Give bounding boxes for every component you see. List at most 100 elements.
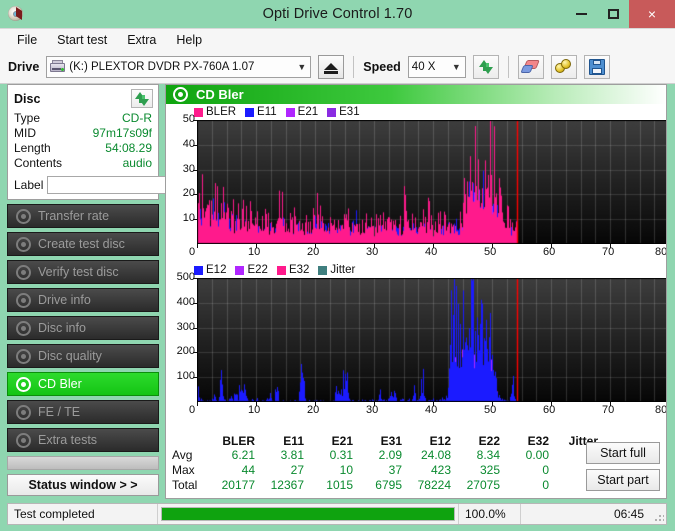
menu-item-extra[interactable]: Extra [118, 31, 165, 49]
eject-button[interactable] [318, 54, 345, 79]
sidebar-item-transfer-rate[interactable]: Transfer rate [7, 204, 159, 228]
y-axis-tick-label: 40 [182, 137, 195, 150]
disc-icon [173, 87, 188, 102]
stats-cell: 6795 [375, 478, 402, 492]
y-axis-tick [193, 327, 197, 329]
save-icon [588, 58, 605, 75]
disc-row-value: 54:08.29 [105, 141, 152, 155]
sidebar-item-label: CD Bler [38, 377, 82, 391]
stats-cell: 44 [241, 463, 255, 477]
elapsed-time: 06:45 [520, 504, 650, 524]
left-panel: Disc Type CD-R MID 97m17s09f Length 54:0… [7, 84, 252, 499]
disc-refresh-button[interactable] [131, 89, 153, 108]
y-axis-tick-label: 100 [176, 370, 195, 383]
sidebar-item-create-test-disc[interactable]: Create test disc [7, 232, 159, 256]
disc-row-type: Type CD-R [14, 111, 152, 126]
stats-corner [166, 434, 210, 448]
cd-bler-e12-chart[interactable] [197, 278, 666, 402]
resize-grip[interactable] [650, 504, 666, 524]
menu-item-start-test[interactable]: Start test [48, 31, 116, 49]
legend-item: Jitter [318, 264, 355, 276]
legend-swatch-icon [285, 107, 295, 117]
sidebar-spacer [7, 456, 159, 470]
sidebar-item-fe-te[interactable]: FE / TE [7, 400, 159, 424]
y-axis-tick [193, 194, 197, 196]
legend-item: E31 [327, 106, 360, 118]
y-axis-tick-label: 30 [182, 162, 195, 175]
maximize-button[interactable] [597, 0, 629, 28]
x-axis-tick [492, 244, 493, 248]
stats-cell: 20177 [221, 478, 255, 492]
sidebar-item-label: FE / TE [38, 405, 81, 419]
sidebar-item-extra-tests[interactable]: Extra tests [7, 428, 159, 452]
stats-column-header: E31 [380, 434, 402, 448]
refresh-button[interactable] [472, 54, 499, 79]
x-axis-tick-label: 50 [484, 404, 497, 416]
save-button[interactable] [583, 54, 610, 79]
erase-button[interactable] [517, 54, 544, 79]
start-full-button[interactable]: Start full [586, 442, 660, 464]
refresh-icon [478, 59, 494, 75]
minimize-button[interactable] [565, 0, 597, 28]
start-part-button[interactable]: Start part [586, 469, 660, 491]
sidebar-item-disc-info[interactable]: Disc info [7, 316, 159, 340]
app-disc-icon [7, 5, 25, 23]
eraser-icon [520, 59, 541, 74]
legend-label: E22 [247, 264, 268, 276]
x-axis-tick [610, 402, 611, 406]
x-axis-tick-label: 30 [366, 246, 379, 258]
cd-bler-chart[interactable] [197, 120, 666, 244]
sidebar-item-verify-test-disc[interactable]: Verify test disc [7, 260, 159, 284]
sidebar-item-cd-bler[interactable]: CD Bler [7, 372, 159, 396]
stats-cell: 27 [290, 463, 304, 477]
x-axis-tick [551, 402, 552, 406]
x-axis-tick [197, 402, 198, 406]
menu-bar: File Start test Extra Help [0, 28, 675, 50]
x-axis-tick-label: 20 [307, 404, 320, 416]
stats-row: Avg6.213.810.312.0924.088.340.00- [166, 448, 602, 463]
stats-cell: 10 [339, 463, 353, 477]
sidebar-item-disc-quality[interactable]: Disc quality [7, 344, 159, 368]
chart-legend-bottom: E12 E22 E32 Jitter [194, 264, 360, 276]
menu-item-file[interactable]: File [8, 31, 46, 49]
close-icon: × [647, 6, 657, 22]
title-bar: Opti Drive Control 1.70 × [0, 0, 675, 28]
charts-area: BLER E11 E21 E31 E12 E22 E32 Jitter 10 20 30 40 50… [166, 104, 666, 498]
speed-select[interactable]: 40 X ▼ [407, 55, 466, 78]
x-axis-tick-label: 30 [366, 404, 379, 416]
disc-row-contents: Contents audio [14, 156, 152, 171]
panel-header: CD Bler [166, 85, 666, 104]
disc-icon [16, 320, 31, 336]
menu-item-help[interactable]: Help [167, 31, 211, 49]
x-axis-tick [256, 402, 257, 406]
stats-row-label: Total [172, 478, 198, 492]
status-window-button[interactable]: Status window > > [7, 474, 159, 496]
stats-cell: 0.00 [525, 448, 549, 462]
legend-item: E12 [194, 264, 226, 276]
sidebar-item-drive-info[interactable]: Drive info [7, 288, 159, 312]
legend-swatch-icon [245, 107, 255, 117]
drive-icon [50, 60, 66, 73]
stats-cell: 8.34 [476, 448, 500, 462]
y-axis-tick [193, 120, 197, 121]
y-axis-tick-label: 300 [176, 320, 195, 333]
legend-item: BLER [194, 106, 236, 118]
status-bar: Test completed 100.0% 06:45 [7, 503, 667, 525]
drive-select[interactable]: (K:) PLEXTOR DVDR PX-760A 1.07 ▼ [46, 55, 312, 78]
stats-cell: 2.09 [378, 448, 402, 462]
y-axis-tick-label: 50 [182, 113, 195, 125]
x-axis-tick [315, 244, 316, 248]
close-button[interactable]: × [629, 0, 675, 28]
disc-info-title: Disc [14, 91, 41, 106]
stats-column-header: E32 [527, 434, 549, 448]
coins-button[interactable] [550, 54, 577, 79]
x-axis-tick [197, 244, 198, 248]
stats-cell: 37 [388, 463, 402, 477]
x-axis-tick-label: 80 min [655, 404, 667, 416]
chevron-down-icon: ▼ [297, 61, 307, 72]
legend-swatch-icon [194, 107, 203, 117]
disc-row-key: Length [14, 141, 51, 155]
x-axis-tick-label: 60 [543, 404, 556, 416]
disc-row-mid: MID 97m17s09f [14, 126, 152, 141]
legend-swatch-icon [235, 265, 245, 275]
